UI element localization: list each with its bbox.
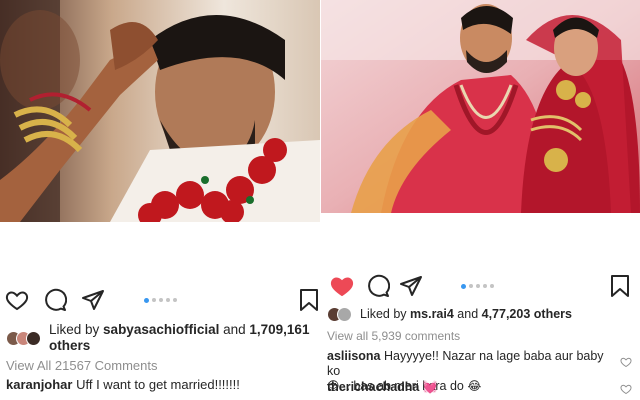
likes-prefix: Liked by (49, 322, 104, 337)
liker-avatars[interactable] (327, 306, 352, 322)
likes-summary: Liked by sabyasachiofficial and 1,709,16… (6, 322, 316, 354)
comment-text: Uff I want to get married!!!!!!! (72, 377, 240, 392)
send-icon[interactable] (399, 274, 423, 298)
carousel-dots (461, 283, 494, 289)
heart-icon[interactable] (5, 288, 29, 312)
emoji-heart: 💓 (422, 380, 438, 394)
liker-avatars[interactable] (6, 330, 41, 346)
likes-count[interactable]: 4,77,203 (482, 307, 531, 321)
carousel-dot (476, 284, 480, 288)
comment-like-heart-icon[interactable] (620, 382, 632, 395)
carousel-dot (490, 284, 494, 288)
comment-username[interactable]: karanjohar (6, 377, 72, 392)
heart-icon[interactable] (330, 274, 354, 298)
view-all-comments[interactable]: View All 21567 Comments (6, 358, 158, 373)
bookmark-icon[interactable] (608, 274, 632, 298)
likes-suffix[interactable]: others (49, 338, 90, 353)
carousel-dot (483, 284, 487, 288)
avatar (26, 330, 41, 346)
likes-summary: Liked by ms.rai4 and 4,77,203 others (327, 306, 637, 322)
carousel-dot (166, 298, 170, 302)
post-right: Liked by ms.rai4 and 4,77,203 others Vie… (321, 0, 640, 400)
likes-count[interactable]: 1,709,161 (249, 322, 309, 337)
liker-username[interactable]: ms.rai4 (410, 307, 454, 321)
photo-groom-tilak (0, 0, 320, 222)
likes-suffix[interactable]: others (530, 307, 572, 321)
comment-username[interactable]: asliisona (327, 349, 381, 363)
post-photo-right[interactable] (321, 0, 640, 213)
carousel-dots (144, 297, 177, 303)
post-left: Liked by sabyasachiofficial and 1,709,16… (0, 0, 320, 400)
likes-middle: and (453, 307, 482, 321)
post-actions-right (321, 274, 640, 300)
likes-middle: and (219, 322, 250, 337)
carousel-dot (152, 298, 156, 302)
carousel-dot (469, 284, 473, 288)
photo-couple-wedding (321, 0, 640, 213)
view-all-comments[interactable]: View all 5,939 comments (327, 329, 460, 343)
liker-username[interactable]: sabyasachiofficial (103, 322, 219, 337)
post-actions-left (0, 288, 320, 314)
bookmark-icon[interactable] (297, 288, 320, 312)
likes-prefix: Liked by (360, 307, 411, 321)
comment: karanjohar Uff I want to get married!!!!… (6, 377, 296, 392)
comment: therichachadha 💓 (327, 380, 617, 395)
carousel-dot-active (461, 283, 466, 289)
carousel-dot (159, 298, 163, 302)
avatar (337, 306, 352, 322)
comment-username[interactable]: therichachadha (327, 380, 419, 394)
comment-icon[interactable] (366, 274, 390, 298)
send-icon[interactable] (81, 288, 105, 312)
carousel-dot (173, 298, 177, 302)
comment-like-heart-icon[interactable] (620, 355, 632, 368)
carousel-dot-active (144, 297, 149, 303)
post-photo-left[interactable] (0, 0, 320, 222)
comment-icon[interactable] (43, 288, 67, 312)
